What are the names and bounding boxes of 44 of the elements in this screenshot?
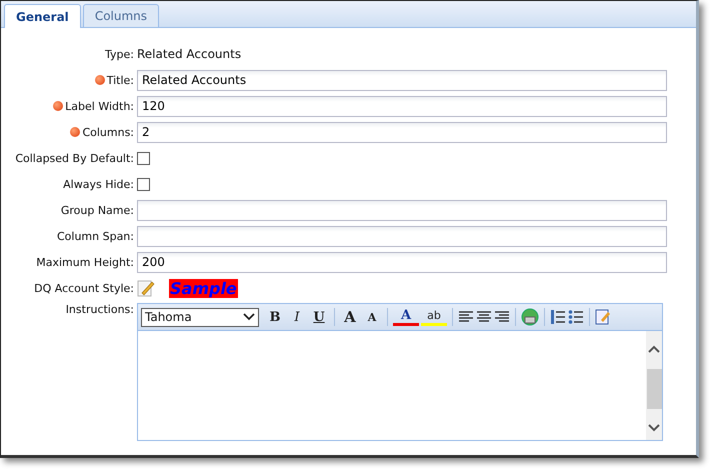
text-field[interactable]: 2 [137,122,667,142]
field-label: Type: [105,48,134,60]
field-label: Title: [106,74,134,86]
rich-text-editor[interactable]: Tahoma B I U A A A ab [137,303,663,441]
underline-button[interactable]: U [309,307,329,327]
globe-icon[interactable] [521,308,539,326]
pencil-icon[interactable] [137,279,155,297]
align-center-icon[interactable] [476,310,492,324]
text-field[interactable] [137,226,667,246]
field-label: Column Span: [56,230,134,242]
font-dropdown[interactable]: Tahoma [141,308,259,326]
type-value: Related Accounts [137,47,242,61]
shrink-font-button[interactable]: A [362,307,382,327]
field-label: Columns: [82,126,134,138]
field-label: Always Hide: [63,178,134,190]
style-sample: Sample [169,278,238,298]
highlight-button[interactable]: ab [421,308,447,326]
field-label: DQ Account Style: [34,282,134,294]
field-label: Group Name: [60,204,134,216]
numbered-list-icon[interactable] [550,309,566,325]
align-left-icon[interactable] [458,310,474,324]
text-field[interactable]: 120 [137,96,667,116]
chevron-down-icon[interactable] [243,313,255,321]
field-label: Label Width: [65,100,134,112]
grow-font-button[interactable]: A [340,307,360,327]
tab[interactable]: Columns [82,4,160,27]
scrollbar[interactable] [646,331,662,440]
chevron-up-icon[interactable] [648,345,660,353]
text-field[interactable]: Related Accounts [137,70,667,90]
text-field[interactable] [137,200,667,220]
checkbox[interactable] [137,152,150,164]
bold-button[interactable]: B [265,307,285,327]
align-right-icon[interactable] [494,310,510,324]
font-color-button[interactable]: A [393,308,419,326]
text-field[interactable]: 200 [137,252,667,272]
checkbox[interactable] [137,178,150,190]
chevron-down-icon[interactable] [648,424,660,432]
italic-button[interactable]: I [287,307,307,327]
field-label: Maximum Height: [36,256,134,268]
tab[interactable]: General [4,4,81,28]
bullet-list-icon[interactable] [568,309,584,325]
field-label: Instructions: [66,303,134,316]
field-label: Collapsed By Default: [15,152,134,164]
edit-document-icon[interactable] [595,309,611,325]
